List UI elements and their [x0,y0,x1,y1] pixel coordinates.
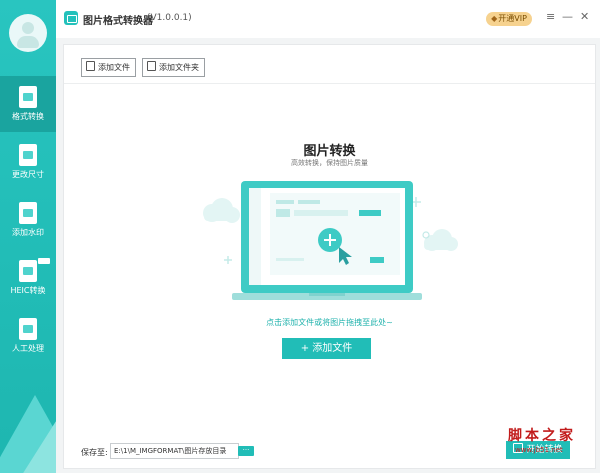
sidebar-item-label: HEIC转换 [10,286,46,295]
add-file-label: 添加文件 [98,63,130,72]
browse-button[interactable]: ··· [238,446,254,456]
app-version: (V1.0.0.1) [147,13,192,23]
sidebar-item-resize[interactable]: 更改尺寸 [0,134,56,190]
sidebar: 格式转换 更改尺寸 添加水印 HEIC转换 人工处理 [0,0,56,473]
sidebar-item-label: 格式转换 [12,112,44,121]
title-bar: 图片格式转换器 (V1.0.0.1) ◆开通VIP ≡ — ✕ [56,0,600,38]
manual-process-icon [19,318,37,340]
avatar[interactable] [9,14,47,52]
toolbar-divider [64,83,595,84]
minimize-icon[interactable]: — [562,10,573,23]
folder-icon [147,61,156,71]
app-title: 图片格式转换器 [83,16,153,27]
add-file-main-button[interactable]: + 添加文件 [282,338,371,359]
laptop-illustration [203,181,458,300]
sidebar-item-watermark[interactable]: 添加水印 [0,192,56,248]
file-icon [86,61,95,71]
resize-icon [19,144,37,166]
watermark-icon [19,202,37,224]
diamond-icon: ◆ [491,14,498,23]
cloud-icon [424,229,458,251]
heic-badge [38,258,50,264]
close-icon[interactable]: ✕ [580,10,589,23]
save-path-field[interactable]: E:\1\M_IMGFORMAT\图片存放目录 [110,443,239,459]
sidebar-item-label: 更改尺寸 [12,170,44,179]
add-folder-label: 添加文件夹 [159,63,199,72]
save-to-label: 保存至: [81,448,108,457]
avatar-head [22,22,34,34]
sidebar-item-format-convert[interactable]: 格式转换 [0,76,56,132]
app-window: 格式转换 更改尺寸 添加水印 HEIC转换 人工处理 图片格式转换器 (V1.0… [0,0,600,473]
vip-label: 开通VIP [498,14,527,23]
sidebar-item-manual-process[interactable]: 人工处理 [0,308,56,364]
site-watermark: 脚本之家 [508,428,576,444]
add-file-button[interactable]: 添加文件 [81,58,136,77]
page-subtitle: 高效转换，保持图片质量 [291,159,368,167]
heic-convert-icon [19,260,37,282]
drop-hint[interactable]: 点击添加文件或将图片拖拽至此处~ [64,317,595,328]
menu-icon[interactable]: ≡ [546,10,555,23]
site-watermark-url: www.jb51.net [515,446,563,454]
avatar-body [17,36,39,48]
add-folder-button[interactable]: 添加文件夹 [142,58,205,77]
format-convert-icon [19,86,37,108]
main-panel[interactable]: 添加文件 添加文件夹 图片转换 高效转换，保持图片质量 点击添加文件或将图片拖拽… [63,44,596,469]
vip-button[interactable]: ◆开通VIP [486,12,532,26]
sidebar-item-label: 人工处理 [12,344,44,353]
sidebar-item-label: 添加水印 [12,228,44,237]
sidebar-decoration [20,418,56,473]
app-logo-icon [64,11,78,25]
cloud-icon [203,198,240,223]
page-title: 图片转换 [303,144,356,159]
